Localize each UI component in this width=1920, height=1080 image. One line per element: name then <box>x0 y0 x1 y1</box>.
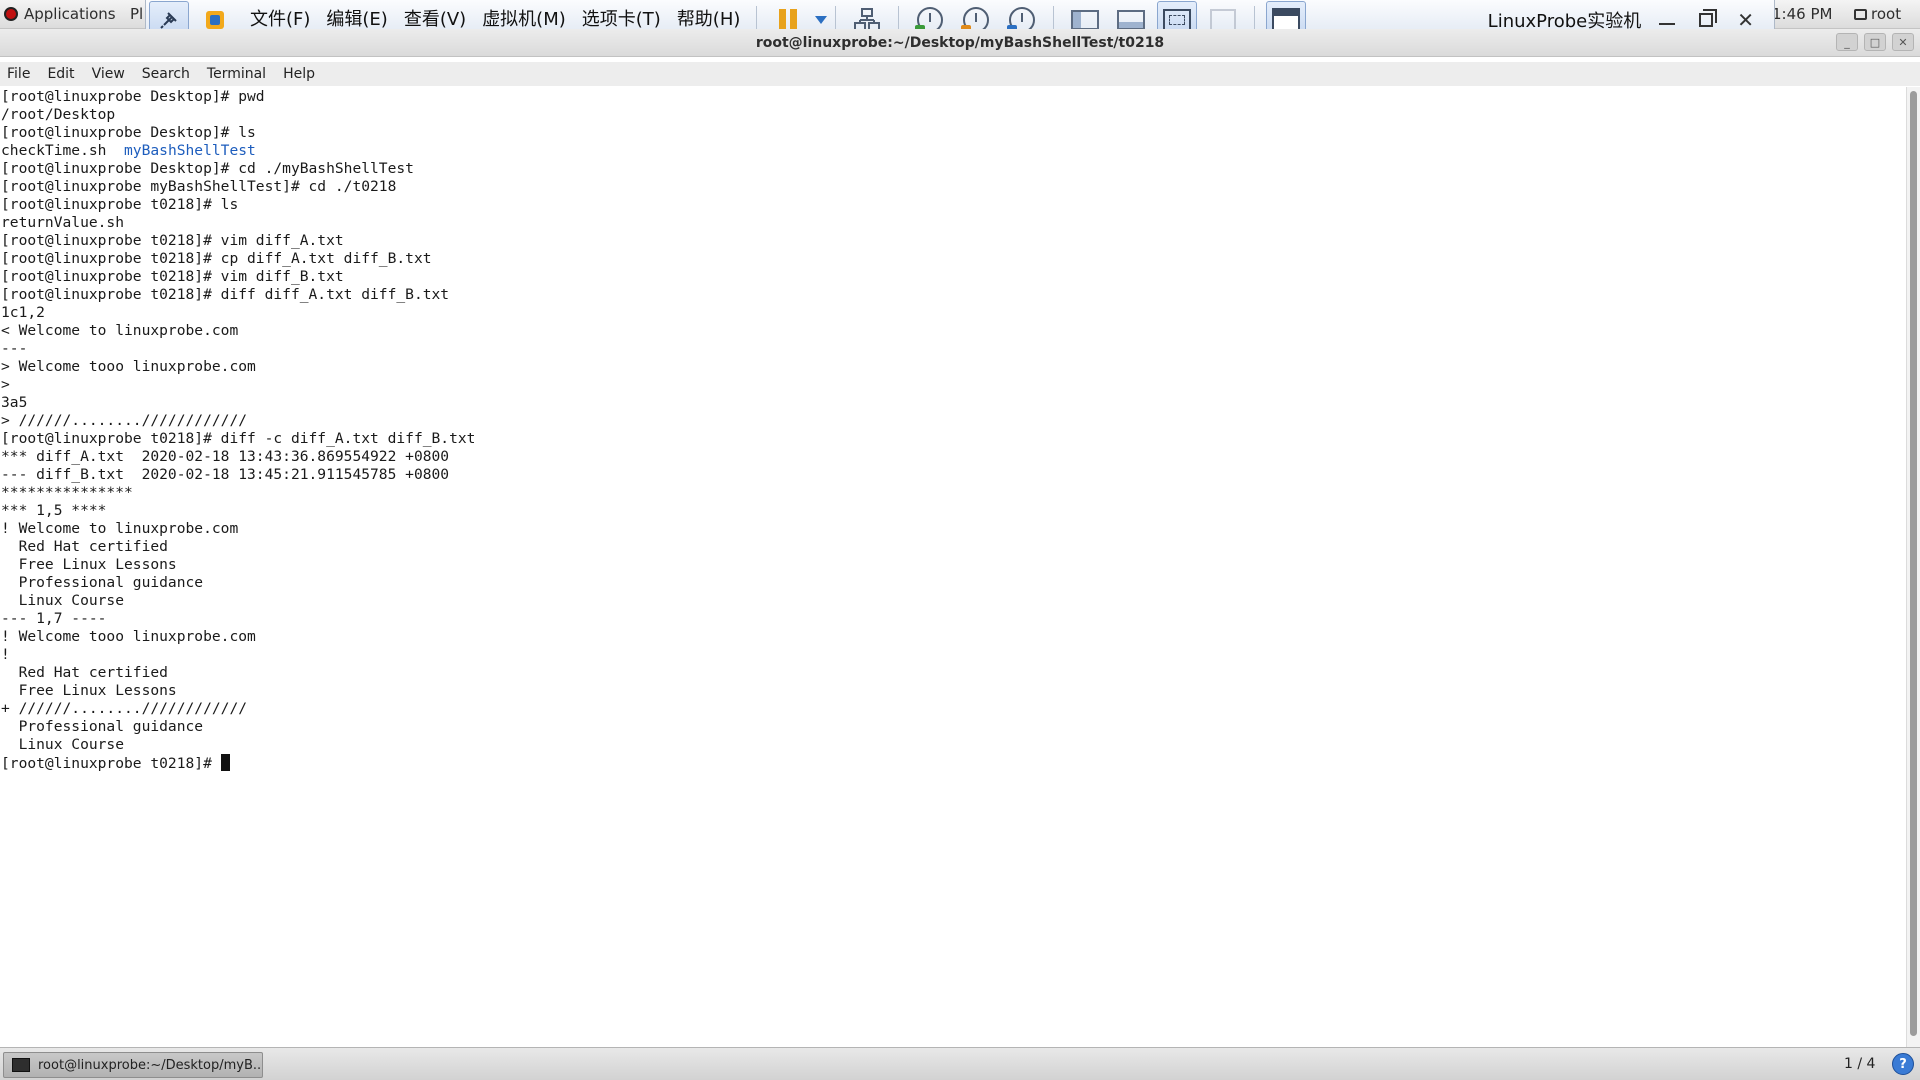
terminal-line: ! <box>1 646 10 663</box>
terminal-line: ! Welcome to linuxprobe.com <box>1 520 239 537</box>
terminal-line: [root@linuxprobe t0218]# vim diff_A.txt <box>1 232 344 249</box>
restore-icon[interactable] <box>1699 9 1718 27</box>
terminal-minimize-icon[interactable]: _ <box>1836 33 1858 51</box>
terminal-line: Professional guidance <box>1 574 204 591</box>
terminal-line: > Welcome tooo linuxprobe.com <box>1 358 256 375</box>
user-menu[interactable]: root <box>1854 5 1901 23</box>
terminal-menu-help[interactable]: Help <box>283 66 315 82</box>
clock[interactable]: 1:46 PM <box>1772 5 1832 23</box>
terminal-line: > //////........//////////// <box>1 412 248 429</box>
terminal-line: [root@linuxprobe t0218]# cp diff_A.txt d… <box>1 250 432 267</box>
terminal-line: *** diff_A.txt 2020-02-18 13:43:36.86955… <box>1 448 450 465</box>
terminal-line: [root@linuxprobe t0218]# diff diff_A.txt… <box>1 286 450 303</box>
terminal-line: [root@linuxprobe Desktop]# pwd <box>1 88 265 105</box>
terminal-line-ls-output: checkTime.sh myBashShellTest <box>1 142 1906 160</box>
terminal-maximize-icon[interactable]: □ <box>1864 33 1886 51</box>
places-menu[interactable]: Pl <box>130 5 143 23</box>
terminal-titlebar: root@linuxprobe:~/Desktop/myBashShellTes… <box>0 29 1920 57</box>
user-icon <box>1854 8 1867 20</box>
library-view-icon <box>1071 10 1100 30</box>
terminal-menubar: File Edit View Search Terminal Help <box>0 62 1920 86</box>
fullscreen-icon <box>1163 9 1192 31</box>
terminal-line: Professional guidance <box>1 718 204 735</box>
terminal-menu-view[interactable]: View <box>92 66 125 82</box>
thumbnail-view-icon <box>1117 10 1146 30</box>
terminal-menu-edit[interactable]: Edit <box>47 66 74 82</box>
terminal-line: > <box>1 376 10 393</box>
applications-label: Applications <box>24 5 116 23</box>
terminal-window-controls: _ □ ✕ <box>1836 33 1914 51</box>
terminal-line: [root@linuxprobe myBashShellTest]# cd ./… <box>1 178 397 195</box>
taskbar-window-label: root@linuxprobe:~/Desktop/myB... <box>38 1057 263 1073</box>
terminal-output-area[interactable]: [root@linuxprobe Desktop]# pwd/root/Desk… <box>0 87 1906 1047</box>
terminal-line: [root@linuxprobe Desktop]# cd ./myBashSh… <box>1 160 414 177</box>
terminal-line: Free Linux Lessons <box>1 682 177 699</box>
terminal-line: --- diff_B.txt 2020-02-18 13:45:21.91154… <box>1 466 450 483</box>
help-icon[interactable]: ? <box>1892 1053 1914 1075</box>
terminal-cursor <box>220 754 230 771</box>
terminal-line: Linux Course <box>1 592 125 609</box>
terminal-line: ! Welcome tooo linuxprobe.com <box>1 628 256 645</box>
terminal-line: *************** <box>1 484 133 501</box>
scrollbar-thumb[interactable] <box>1910 91 1917 1036</box>
terminal-line: < Welcome to linuxprobe.com <box>1 322 239 339</box>
taskbar-terminal-window[interactable]: root@linuxprobe:~/Desktop/myB... <box>3 1052 263 1078</box>
terminal-scrollbar[interactable] <box>1906 87 1920 1047</box>
terminal-line: Red Hat certified <box>1 538 168 555</box>
shell-prompt: [root@linuxprobe t0218]# <box>1 755 221 772</box>
close-icon[interactable]: ✕ <box>1737 10 1754 30</box>
terminal-line: Linux Course <box>1 736 125 753</box>
terminal-line: /root/Desktop <box>1 106 116 123</box>
terminal-prompt-line[interactable]: [root@linuxprobe t0218]# <box>1 754 1906 772</box>
workspace-indicator[interactable]: 1 / 4 <box>1844 1056 1875 1072</box>
terminal-menu-terminal[interactable]: Terminal <box>207 66 266 82</box>
vmware-logo-icon <box>206 11 224 29</box>
redhat-logo-icon <box>4 7 18 21</box>
terminal-icon <box>12 1058 30 1072</box>
unity-icon <box>1210 9 1237 31</box>
terminal-close-icon[interactable]: ✕ <box>1892 33 1914 51</box>
minimize-icon[interactable] <box>1659 23 1676 25</box>
terminal-line: returnValue.sh <box>1 214 125 231</box>
terminal-line: 3a5 <box>1 394 28 411</box>
applications-menu[interactable]: Applications <box>4 5 116 23</box>
terminal-line: Free Linux Lessons <box>1 556 177 573</box>
terminal-line: + //////........//////////// <box>1 700 248 717</box>
terminal-line: --- 1,7 ---- <box>1 610 107 627</box>
vmware-window-controls: ✕ <box>1659 9 1774 30</box>
terminal-line: *** 1,5 **** <box>1 502 107 519</box>
terminal-menu-file[interactable]: File <box>7 66 30 82</box>
terminal-output: [root@linuxprobe Desktop]# pwd/root/Desk… <box>0 87 1906 772</box>
terminal-line: [root@linuxprobe t0218]# diff -c diff_A.… <box>1 430 476 447</box>
bottom-taskbar: root@linuxprobe:~/Desktop/myB... 1 / 4 ? <box>0 1047 1920 1080</box>
ls-file: checkTime.sh <box>1 142 125 159</box>
terminal-line: [root@linuxprobe t0218]# ls <box>1 196 239 213</box>
terminal-line: Red Hat certified <box>1 664 168 681</box>
terminal-line: 1c1,2 <box>1 304 45 321</box>
pause-icon <box>779 9 798 31</box>
terminal-menu-search[interactable]: Search <box>142 66 190 82</box>
terminal-line: [root@linuxprobe Desktop]# ls <box>1 124 256 141</box>
terminal-window-title: root@linuxprobe:~/Desktop/myBashShellTes… <box>755 35 1165 51</box>
power-dropdown-icon[interactable] <box>815 16 828 24</box>
ls-directory: myBashShellTest <box>124 142 256 159</box>
terminal-line: --- <box>1 340 28 357</box>
pin-icon <box>160 12 177 29</box>
user-name: root <box>1871 5 1902 23</box>
terminal-line: [root@linuxprobe t0218]# vim diff_B.txt <box>1 268 344 285</box>
